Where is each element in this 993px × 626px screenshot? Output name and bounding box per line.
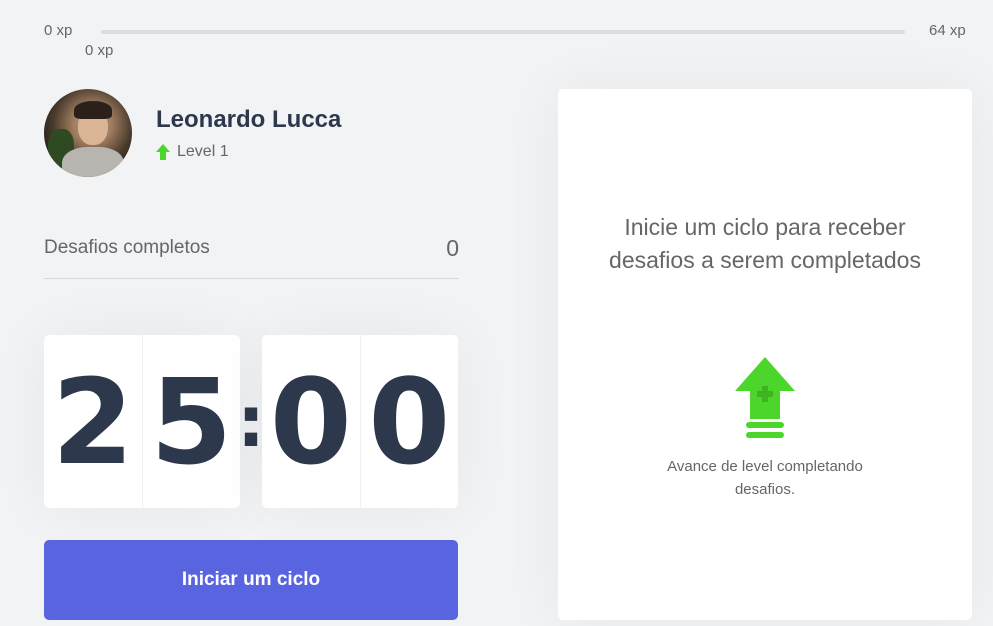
challenge-box-description: Avance de level completando desafios.: [667, 458, 863, 498]
minute-digit-ones: 5: [141, 335, 241, 508]
countdown-separator: :: [237, 380, 265, 463]
second-digit-tens: 0: [269, 352, 352, 491]
xp-max-label: 64 xp: [929, 22, 966, 39]
level-label: Level 1: [177, 143, 229, 160]
xp-min-label: 0 xp: [44, 22, 73, 39]
start-cycle-button[interactable]: Iniciar um ciclo: [44, 540, 458, 620]
minute-digit-tens: 2: [51, 352, 134, 491]
completed-challenges-count: 0: [446, 235, 459, 261]
completed-challenges-label: Desafios completos: [44, 237, 210, 258]
level-up-arrow-icon: [156, 144, 170, 160]
avatar: [44, 89, 132, 177]
user-name: Leonardo Lucca: [156, 106, 342, 133]
second-digit-ones: 0: [359, 335, 459, 508]
challenge-box-title: Inicie um ciclo para receber desafios a …: [609, 214, 921, 273]
level-up-icon: [735, 357, 795, 438]
countdown-seconds: 0 0: [262, 335, 458, 508]
countdown-minutes: 2 5: [44, 335, 240, 508]
user-level: Level 1: [156, 143, 229, 161]
completed-challenges: Desafios completos 0: [44, 232, 459, 279]
xp-progress-track: [101, 30, 905, 34]
xp-current-label: 0 xp: [85, 42, 114, 59]
challenge-box: Inicie um ciclo para receber desafios a …: [558, 89, 972, 620]
